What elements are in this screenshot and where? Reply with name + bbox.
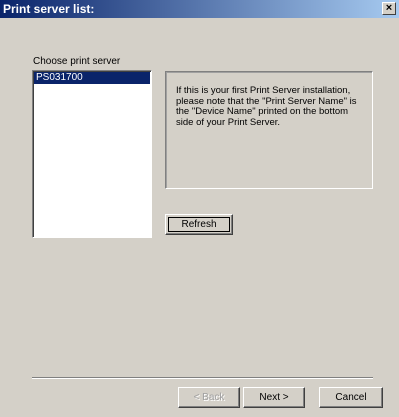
footer-separator [32, 377, 373, 379]
list-item-server[interactable]: PS031700 [34, 72, 150, 84]
close-button[interactable]: × [382, 2, 396, 15]
title-bar: Print server list: × [0, 0, 399, 18]
back-button[interactable]: < Back [178, 387, 240, 408]
cancel-label: Cancel [335, 392, 367, 403]
info-panel: If this is your first Print Server insta… [165, 71, 373, 189]
choose-server-label: Choose print server [33, 56, 121, 67]
close-icon: × [385, 2, 393, 14]
cancel-button[interactable]: Cancel [319, 387, 383, 408]
window-title: Print server list: [3, 2, 95, 16]
server-listbox[interactable]: PS031700 [32, 70, 152, 238]
next-button[interactable]: Next > [243, 387, 305, 408]
refresh-label: Refresh [181, 219, 217, 230]
back-label: < Back [193, 392, 225, 403]
refresh-button[interactable]: Refresh [165, 214, 233, 235]
next-label: Next > [259, 392, 289, 403]
info-text: If this is your first Print Server insta… [176, 85, 357, 128]
print-server-dialog: Print server list: × Choose print server… [0, 0, 399, 417]
